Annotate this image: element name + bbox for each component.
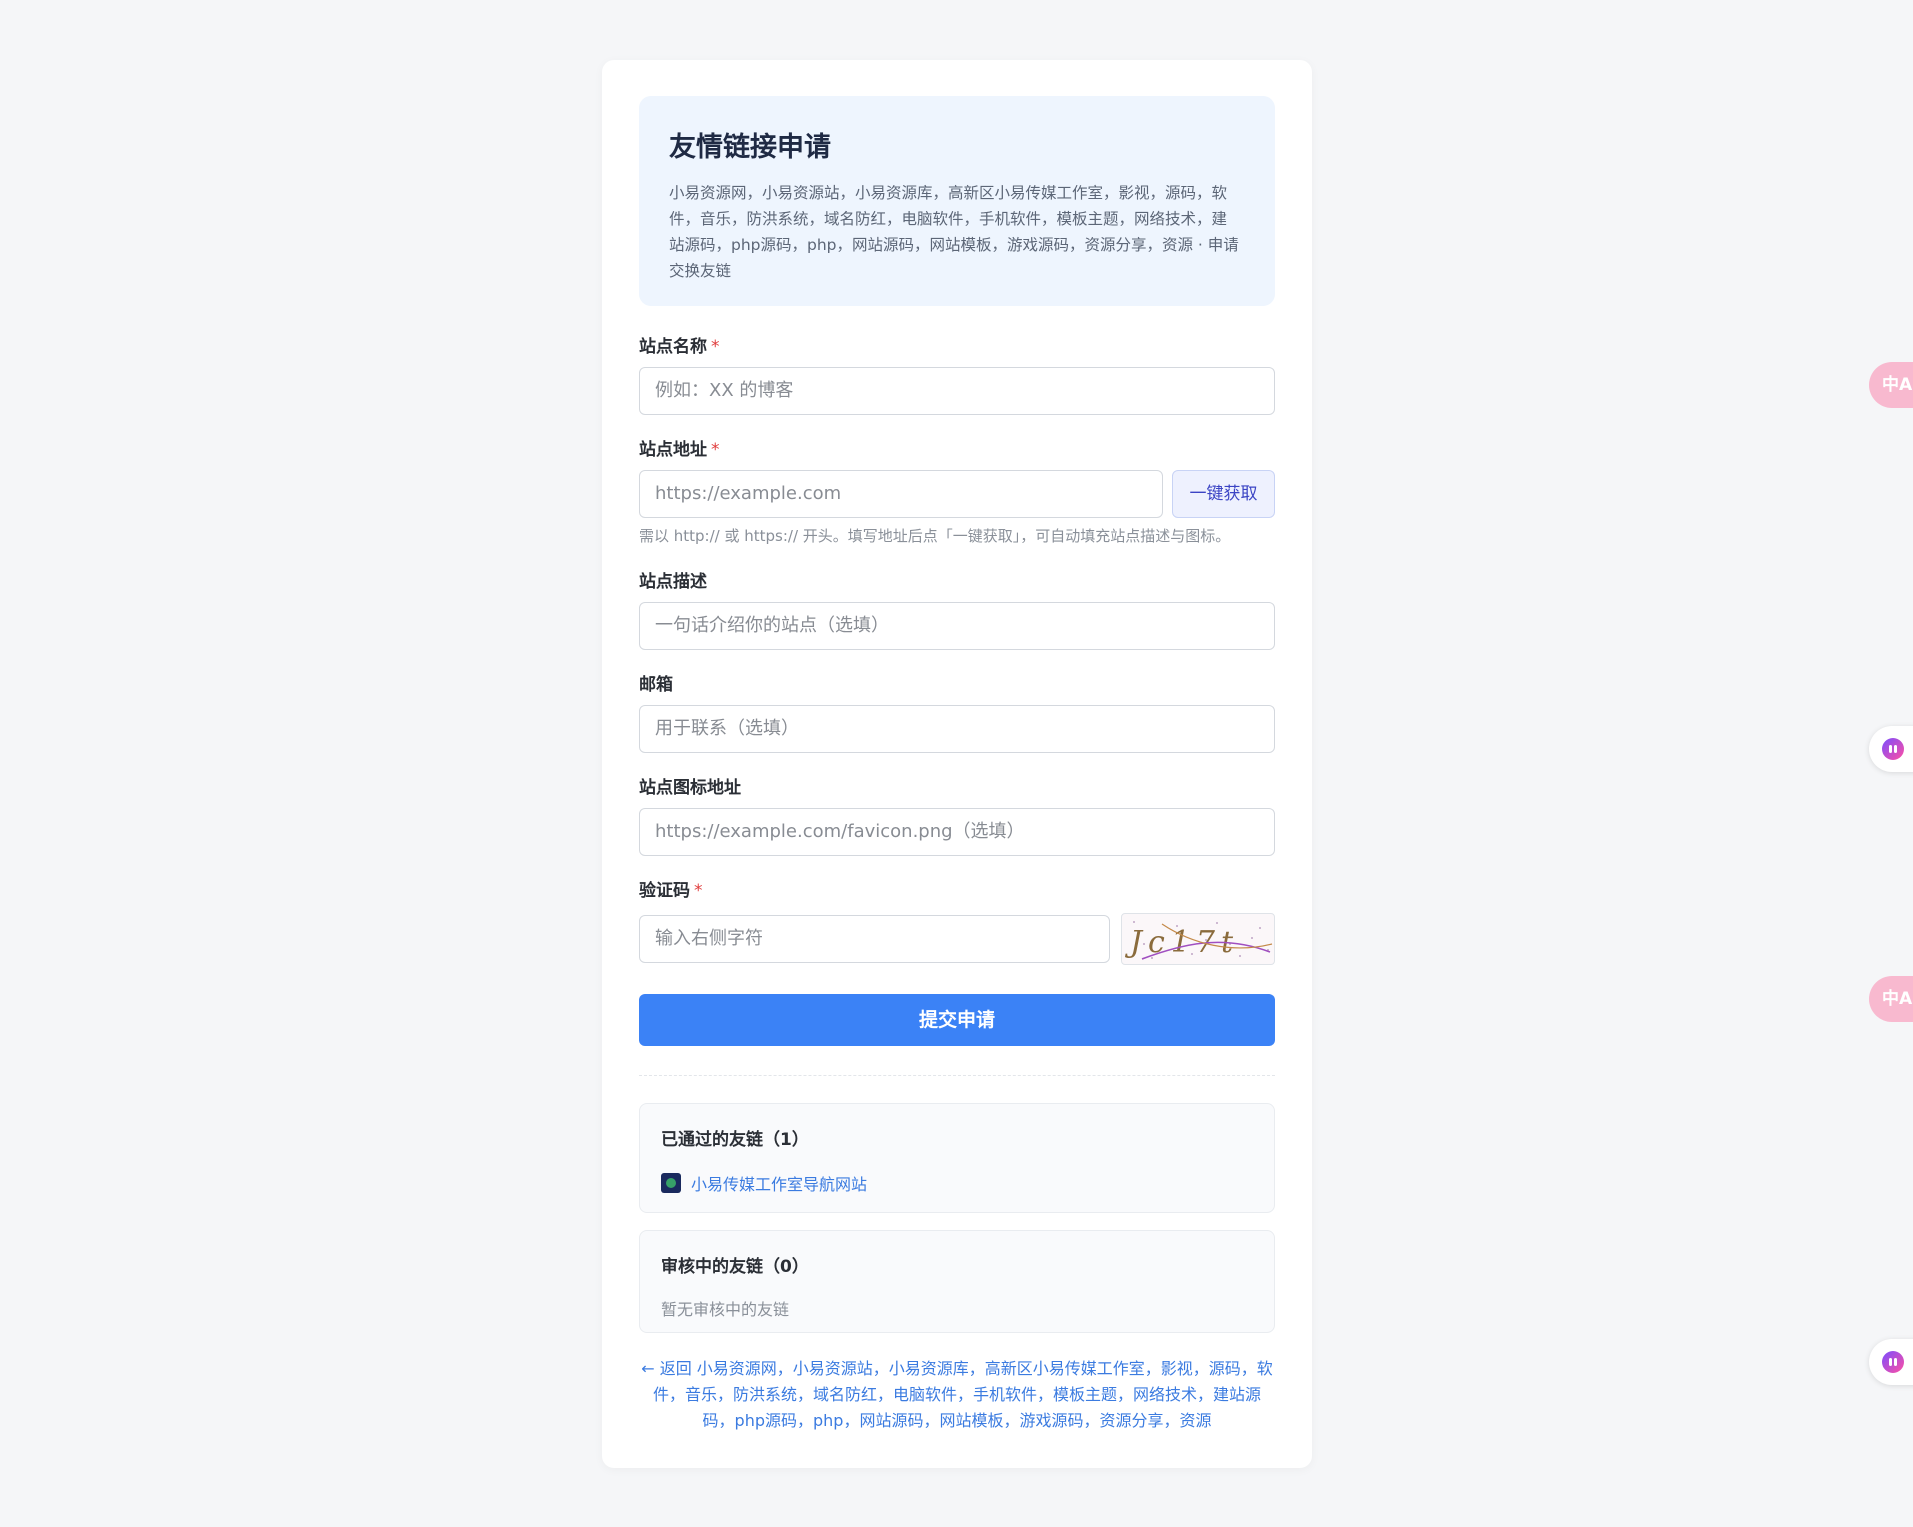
site-desc-input[interactable]: 一句话介绍你的站点（选填） bbox=[639, 602, 1275, 650]
captcha-label-text: 验证码 bbox=[639, 881, 690, 901]
icon-url-label: 站点图标地址 bbox=[639, 778, 741, 798]
ai-assistant-icon bbox=[1882, 1351, 1904, 1373]
approved-link-item[interactable]: 小易传媒工作室导航网站 bbox=[661, 1171, 1253, 1195]
translate-icon: 中A bbox=[1882, 375, 1913, 395]
back-link[interactable]: ← 返回 小易资源网，小易资源站，小易资源库，高新区小易传媒工作室，影视，源码，… bbox=[639, 1356, 1275, 1434]
captcha-image[interactable]: Jc17t bbox=[1121, 913, 1275, 965]
ai-float-button[interactable] bbox=[1869, 726, 1913, 772]
site-name-label-text: 站点名称 bbox=[639, 337, 707, 357]
pending-empty-text: 暂无审核中的友链 bbox=[661, 1300, 790, 1319]
translate-icon: 中A bbox=[1882, 989, 1913, 1009]
translate-float-button-2[interactable]: 中A bbox=[1869, 976, 1913, 1022]
site-url-label-text: 站点地址 bbox=[639, 440, 707, 460]
approved-links-box: 已通过的友链（1） 小易传媒工作室导航网站 bbox=[639, 1103, 1275, 1213]
header-box: 友情链接申请 小易资源网，小易资源站，小易资源库，高新区小易传媒工作室，影视，源… bbox=[639, 96, 1275, 306]
required-mark: * bbox=[711, 440, 720, 460]
friend-link-card: 友情链接申请 小易资源网，小易资源站，小易资源库，高新区小易传媒工作室，影视，源… bbox=[602, 60, 1312, 1468]
ai-float-button-2[interactable] bbox=[1869, 1339, 1913, 1385]
pending-links-box: 审核中的友链（0） 暂无审核中的友链 bbox=[639, 1230, 1275, 1333]
divider bbox=[639, 1075, 1275, 1076]
captcha-input[interactable]: 输入右侧字符 bbox=[639, 915, 1110, 963]
page-description: 小易资源网，小易资源站，小易资源库，高新区小易传媒工作室，影视，源码，软件，音乐… bbox=[669, 184, 1239, 280]
site-name-input[interactable]: 例如：XX 的博客 bbox=[639, 367, 1275, 415]
site-url-label: 站点地址 * bbox=[639, 439, 720, 461]
required-mark: * bbox=[694, 881, 703, 901]
site-url-hint: 需以 http:// 或 https:// 开头。填写地址后点「一键获取」，可自… bbox=[639, 527, 1231, 545]
email-label: 邮箱 bbox=[639, 675, 673, 695]
submit-button[interactable]: 提交申请 bbox=[639, 994, 1275, 1046]
email-input[interactable]: 用于联系（选填） bbox=[639, 705, 1275, 753]
required-mark: * bbox=[711, 337, 720, 357]
site-name-label: 站点名称 * bbox=[639, 336, 720, 358]
captcha-svg: Jc17t bbox=[1124, 921, 1273, 960]
approved-link-name[interactable]: 小易传媒工作室导航网站 bbox=[691, 1171, 867, 1195]
site-favicon-icon bbox=[661, 1173, 681, 1193]
site-desc-label: 站点描述 bbox=[639, 572, 707, 592]
approved-title: 已通过的友链（1） bbox=[661, 1130, 809, 1150]
page-title: 友情链接申请 bbox=[669, 132, 831, 163]
ai-assistant-icon bbox=[1882, 738, 1904, 760]
captcha-label: 验证码 * bbox=[639, 880, 703, 902]
fetch-button[interactable]: 一键获取 bbox=[1172, 470, 1275, 518]
icon-url-input[interactable]: https://example.com/favicon.png（选填） bbox=[639, 808, 1275, 856]
translate-float-button[interactable]: 中A bbox=[1869, 362, 1913, 408]
site-url-input[interactable]: https://example.com bbox=[639, 470, 1163, 518]
pending-title: 审核中的友链（0） bbox=[661, 1257, 809, 1277]
